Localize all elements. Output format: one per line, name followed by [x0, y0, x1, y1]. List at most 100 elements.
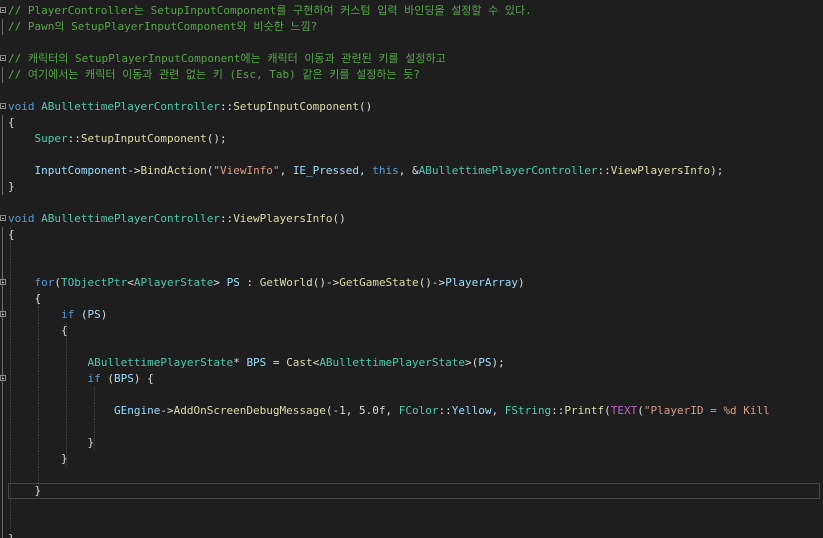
code-line[interactable]: if (PS) [0, 307, 823, 323]
code-line[interactable]: void ABullettimePlayerController::SetupI… [0, 99, 823, 115]
keyword-token: void [8, 100, 42, 113]
code-line[interactable]: // 여기에서는 캐릭터 이동과 관련 없는 키 (Esc, Tab) 같은 키… [0, 67, 823, 83]
code-line[interactable] [0, 35, 823, 51]
code-line[interactable]: // 캐릭터의 SetupPlayerInputComponent에는 캐릭터 … [0, 51, 823, 67]
code-line[interactable]: void ABullettimePlayerController::ViewPl… [0, 211, 823, 227]
code-line[interactable] [0, 259, 823, 275]
fold-range-line [2, 467, 3, 483]
indent-guide [10, 499, 12, 515]
indent-guide [10, 387, 12, 403]
code-line[interactable] [0, 147, 823, 163]
code-text[interactable]: // 캐릭터의 SetupPlayerInputComponent에는 캐릭터 … [8, 51, 446, 67]
collapse-icon[interactable] [0, 215, 6, 221]
code-editor[interactable]: // PlayerController는 SetupInputComponent… [0, 0, 823, 538]
fold-range-line [2, 259, 3, 275]
collapse-icon[interactable] [0, 55, 6, 61]
code-line[interactable] [0, 467, 823, 483]
code-line[interactable] [0, 419, 823, 435]
identifier-token: GEngine [113, 404, 161, 417]
punctuation-token: -> [160, 404, 174, 417]
code-text[interactable]: InputComponent->BindAction("ViewInfo", I… [8, 163, 724, 179]
code-line[interactable]: } [0, 179, 823, 195]
collapse-icon[interactable] [0, 375, 6, 381]
type-token: ABullettimePlayerState [319, 356, 466, 369]
code-text[interactable]: // Pawn의 SetupPlayerInputComponent와 비슷한 … [8, 19, 317, 35]
type-token: ABullettimePlayerController [418, 164, 598, 177]
code-text[interactable]: if (BPS) { [8, 371, 153, 387]
comment-token: // 여기에서는 캐릭터 이동과 관련 없는 키 (Esc, Tab) 같은 키… [8, 68, 420, 81]
code-text[interactable]: { [8, 291, 41, 307]
code-text[interactable]: void ABullettimePlayerController::ViewPl… [8, 211, 346, 227]
punctuation-token [8, 356, 87, 369]
code-line[interactable]: Super::SetupInputComponent(); [0, 131, 823, 147]
indent-guide [10, 243, 12, 259]
code-line[interactable]: } [0, 435, 823, 451]
punctuation-token [8, 132, 35, 145]
code-line[interactable]: } [0, 451, 823, 467]
code-text[interactable]: } [8, 451, 68, 467]
code-text[interactable]: { [8, 323, 68, 339]
code-line[interactable]: } [0, 483, 823, 499]
code-line[interactable]: ABullettimePlayerState* BPS = Cast<ABull… [0, 355, 823, 371]
code-line[interactable]: { [0, 115, 823, 131]
indent-guide [66, 419, 68, 435]
punctuation-token: } [8, 532, 15, 538]
keyword-token: if [87, 372, 101, 385]
code-line[interactable]: { [0, 227, 823, 243]
code-line[interactable]: { [0, 323, 823, 339]
fold-range-line [2, 499, 3, 515]
code-text[interactable]: } [8, 179, 15, 195]
code-line[interactable] [0, 83, 823, 99]
collapse-icon[interactable] [0, 103, 6, 109]
code-text[interactable]: // 여기에서는 캐릭터 이동과 관련 없는 키 (Esc, Tab) 같은 키… [8, 67, 420, 83]
code-text[interactable]: { [8, 115, 15, 131]
code-line[interactable]: // Pawn의 SetupPlayerInputComponent와 비슷한 … [0, 19, 823, 35]
type-token: ABullettimePlayerController [41, 212, 220, 225]
fold-range-line [2, 19, 3, 35]
code-line[interactable] [0, 339, 823, 355]
code-text[interactable]: void ABullettimePlayerController::SetupI… [8, 99, 372, 115]
punctuation-token: ); [710, 164, 724, 177]
code-line[interactable] [0, 499, 823, 515]
code-text[interactable]: } [8, 531, 15, 538]
code-text[interactable]: { [8, 227, 15, 243]
punctuation-token: ) [518, 276, 525, 289]
fold-range-line [2, 131, 3, 147]
code-line[interactable] [0, 243, 823, 259]
keyword-token: if [60, 308, 75, 321]
code-text[interactable]: GEngine->AddOnScreenDebugMessage(-1, 5.0… [8, 403, 770, 419]
identifier-token: Yellow [451, 404, 492, 417]
code-line[interactable]: // PlayerController는 SetupInputComponent… [0, 3, 823, 19]
collapse-icon[interactable] [0, 311, 6, 317]
type-token: FString [504, 404, 552, 417]
code-line[interactable]: InputComponent->BindAction("ViewInfo", I… [0, 163, 823, 179]
collapse-icon[interactable] [0, 7, 6, 13]
keyword-token: this [372, 164, 399, 177]
fold-range-line [2, 243, 3, 259]
code-line[interactable]: for(TObjectPtr<APlayerState> PS : GetWor… [0, 275, 823, 291]
code-line[interactable] [0, 387, 823, 403]
collapse-icon[interactable] [0, 279, 6, 285]
code-line[interactable]: if (BPS) { [0, 371, 823, 387]
identifier-token: IE_Pressed [292, 164, 360, 177]
code-line[interactable] [0, 515, 823, 531]
code-line[interactable]: } [0, 531, 823, 538]
fold-range-line [2, 291, 3, 307]
punctuation-token: ) [100, 308, 108, 321]
punctuation-token: { [8, 116, 15, 129]
code-line[interactable]: { [0, 291, 823, 307]
code-text[interactable]: } [8, 483, 41, 499]
indent-guide [38, 387, 40, 403]
code-text[interactable]: for(TObjectPtr<APlayerState> PS : GetWor… [8, 275, 525, 291]
indent-guide [10, 467, 12, 483]
code-text[interactable]: Super::SetupInputComponent(); [8, 131, 227, 147]
punctuation-token: > [213, 276, 227, 289]
code-line[interactable]: GEngine->AddOnScreenDebugMessage(-1, 5.0… [0, 403, 823, 419]
code-text[interactable]: ABullettimePlayerState* BPS = Cast<ABull… [8, 355, 504, 371]
code-line[interactable] [0, 195, 823, 211]
code-text[interactable]: if (PS) [8, 307, 107, 323]
punctuation-token: : [239, 276, 260, 289]
code-text[interactable]: } [8, 435, 94, 451]
punctuation-token: ( [74, 308, 88, 321]
code-text[interactable]: // PlayerController는 SetupInputComponent… [8, 3, 532, 19]
